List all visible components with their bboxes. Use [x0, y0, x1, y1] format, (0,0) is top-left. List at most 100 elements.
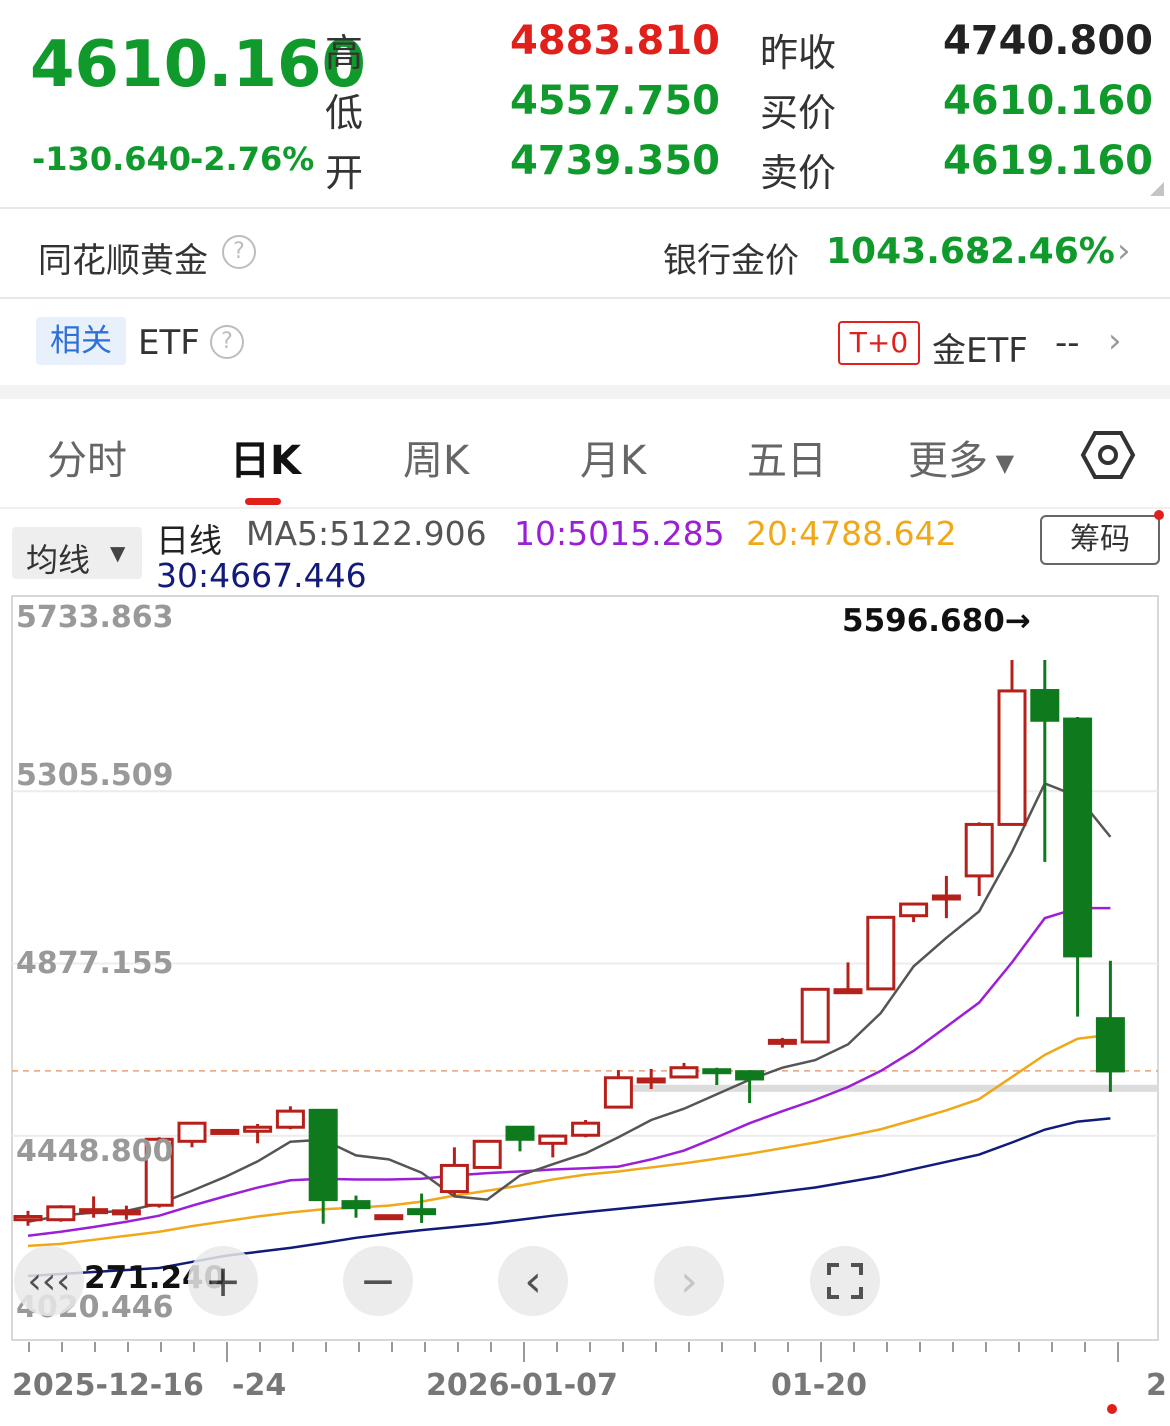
- candle: [767, 1037, 797, 1048]
- candle: [964, 822, 994, 897]
- bid-label: 买价: [760, 91, 837, 135]
- price-change-pct: -2.76%: [190, 140, 315, 178]
- candle: [341, 1195, 371, 1218]
- y-tick-label: 5733.863: [16, 600, 174, 635]
- low-value: 4557.750: [509, 78, 720, 124]
- open-label: 开: [325, 151, 364, 195]
- candle: [538, 1134, 568, 1158]
- bank-gold-price: 1043.68: [826, 231, 990, 272]
- ma20-value: 20:4788.642: [746, 514, 957, 553]
- prev-close-value: 4740.800: [942, 18, 1153, 64]
- price-change: -130.640: [32, 140, 192, 178]
- chevron-right-icon: ›: [1117, 231, 1131, 271]
- candle: [866, 915, 896, 991]
- max-price-marker: 5596.680→: [842, 603, 1031, 639]
- candle: [603, 1070, 633, 1109]
- zoom-out-button[interactable]: −: [343, 1246, 413, 1316]
- current-position-dot: [1107, 1404, 1117, 1414]
- candle: [308, 1108, 338, 1224]
- x-tick-label: 2026-01-07: [426, 1368, 618, 1403]
- candle: [1063, 717, 1093, 1017]
- zoom-in-button[interactable]: +: [188, 1246, 258, 1316]
- ma-line-ma10: [27, 906, 1111, 1238]
- candle: [46, 1205, 76, 1222]
- candle: [13, 1210, 43, 1226]
- ma-line-ma5: [27, 781, 1112, 1223]
- candle: [800, 987, 830, 1044]
- gold-etf-name: 金ETF: [932, 331, 1028, 371]
- candle: [439, 1147, 469, 1196]
- x-tick-label: 2: [1146, 1368, 1167, 1403]
- x-tick-label: 2025-12-16: [12, 1368, 204, 1403]
- x-tick-label: -24: [232, 1368, 287, 1403]
- ma5-value: MA5:5122.906: [246, 514, 487, 553]
- fullscreen-icon: [827, 1263, 863, 1299]
- low-label: 低: [325, 91, 364, 135]
- candlestick-chart[interactable]: [0, 590, 1170, 1426]
- ask-value: 4619.160: [942, 138, 1153, 184]
- fullscreen-button[interactable]: [810, 1246, 880, 1316]
- candle: [997, 659, 1027, 826]
- candle: [210, 1128, 240, 1135]
- support-band: [622, 1084, 1158, 1092]
- tab-weekly-k[interactable]: 周K: [403, 428, 469, 486]
- t0-badge: T+0: [838, 321, 920, 365]
- gold-etf-value: --: [1055, 323, 1080, 363]
- candle: [833, 962, 863, 995]
- candle: [243, 1124, 273, 1144]
- candle: [374, 1214, 404, 1221]
- scroll-left-button[interactable]: ‹: [498, 1246, 568, 1316]
- chevron-right-icon: ›: [1108, 321, 1122, 361]
- candle: [899, 902, 929, 923]
- candle: [669, 1062, 699, 1079]
- line-type-label: 日线: [156, 521, 222, 560]
- ma-dropdown[interactable]: 均线 ▼: [12, 527, 142, 579]
- etf-label: ETF: [138, 323, 200, 363]
- chips-button[interactable]: 筹码: [1040, 515, 1160, 565]
- candle: [571, 1119, 601, 1138]
- candle: [407, 1193, 437, 1223]
- candle: [931, 875, 961, 919]
- gold-row[interactable]: 同花顺黄金 ? 银行金价 1043.68 -2.46% ›: [0, 209, 1170, 297]
- scroll-left-fast-button[interactable]: ‹‹‹: [14, 1246, 84, 1316]
- ma-dropdown-label: 均线: [26, 541, 91, 579]
- question-circle-icon[interactable]: ?: [210, 325, 244, 359]
- tab-monthly-k[interactable]: 月K: [580, 428, 646, 486]
- tab-more-label: 更多: [908, 438, 988, 484]
- ask-label: 卖价: [760, 151, 837, 195]
- y-tick-label: 4877.155: [16, 946, 174, 981]
- caret-down-icon: ▼: [988, 449, 1015, 477]
- open-value: 4739.350: [509, 138, 720, 184]
- ma10-value: 10:5015.285: [514, 514, 725, 553]
- candle: [177, 1121, 207, 1148]
- tab-five-day[interactable]: 五日: [747, 428, 827, 486]
- etf-row[interactable]: 相关 ETF ? T+0 金ETF -- ›: [0, 299, 1170, 385]
- tab-daily-k[interactable]: 日K: [230, 428, 301, 486]
- active-tab-indicator: [245, 498, 281, 505]
- high-label: 高: [325, 31, 364, 75]
- bank-gold-label: 银行金价: [663, 241, 799, 281]
- candle: [702, 1067, 732, 1086]
- related-tag: 相关: [36, 317, 126, 365]
- last-price: 4610.160: [30, 28, 367, 102]
- candle: [472, 1139, 502, 1169]
- y-tick-label: 4448.800: [16, 1134, 174, 1169]
- question-circle-icon[interactable]: ?: [222, 235, 256, 269]
- candle: [505, 1125, 535, 1152]
- bid-value: 4610.160: [942, 78, 1153, 124]
- prev-close-label: 昨收: [760, 31, 837, 75]
- tab-more[interactable]: 更多 ▼: [908, 428, 1014, 486]
- scroll-right-button[interactable]: ›: [654, 1246, 724, 1316]
- expand-corner-icon[interactable]: [1150, 182, 1164, 196]
- gold-row-title: 同花顺黄金: [38, 241, 208, 281]
- x-tick-label: 01-20: [771, 1368, 867, 1403]
- y-tick-label: 5305.509: [16, 758, 174, 793]
- caret-down-icon: ▼: [110, 541, 126, 565]
- tab-intraday[interactable]: 分时: [47, 428, 127, 486]
- notification-dot: [1154, 510, 1164, 520]
- settings-hexagon-icon[interactable]: [1080, 427, 1136, 483]
- candle: [1095, 960, 1125, 1092]
- bank-gold-pct: -2.46%: [975, 231, 1115, 272]
- candle: [1030, 659, 1060, 862]
- high-value: 4883.810: [509, 18, 720, 64]
